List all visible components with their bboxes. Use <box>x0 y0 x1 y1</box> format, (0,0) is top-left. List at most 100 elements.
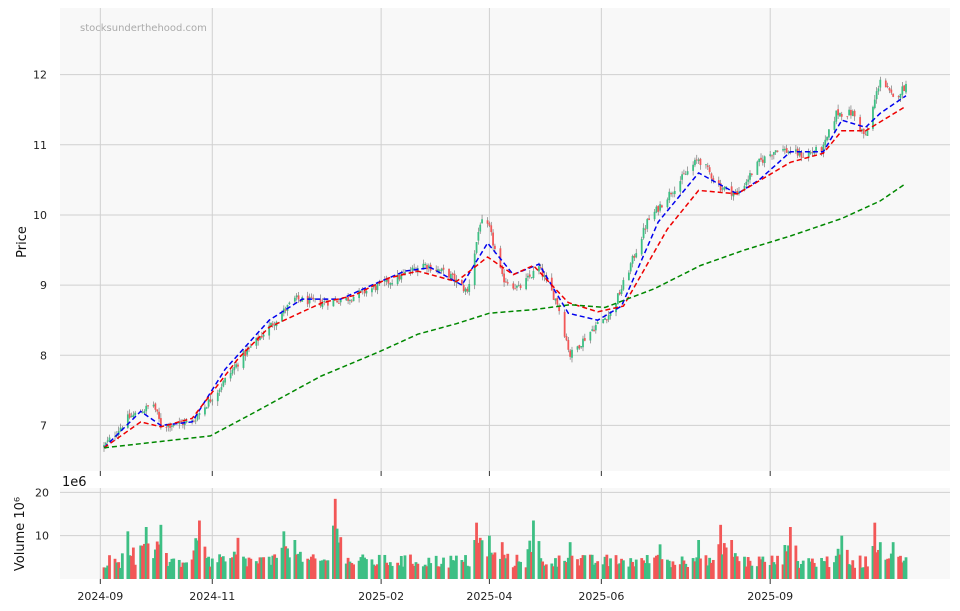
candle-body <box>783 148 786 151</box>
candle-body <box>642 227 645 239</box>
candle-body <box>126 414 129 428</box>
candle <box>475 241 478 255</box>
candle-body <box>398 274 401 280</box>
volume-bar <box>532 520 535 579</box>
candle-body <box>620 289 623 295</box>
candle-body <box>438 270 441 272</box>
volume-bar <box>737 561 741 579</box>
candle-body <box>837 109 839 116</box>
candle-body <box>222 381 225 387</box>
candle <box>616 292 619 305</box>
volume-bar <box>596 561 600 579</box>
candle <box>859 114 862 133</box>
candle-body <box>673 190 676 195</box>
candle-body <box>769 154 772 157</box>
candle-body <box>271 323 274 326</box>
x-tick-label: 2025-09 <box>747 590 793 603</box>
volume-bar <box>198 520 201 579</box>
candle-body <box>864 134 867 136</box>
candle-body <box>451 273 454 275</box>
candle-body <box>593 329 595 331</box>
volume-bar <box>763 561 767 579</box>
volume-bar <box>609 558 612 579</box>
candle-body <box>486 220 489 224</box>
candle-body <box>517 284 520 286</box>
candle-body <box>310 296 313 298</box>
candle-body <box>772 152 775 155</box>
volume-bar <box>300 561 304 579</box>
candle-body <box>749 173 751 180</box>
candle-body <box>631 256 634 264</box>
volume-bar <box>390 565 394 579</box>
candle-body <box>426 264 428 270</box>
candle-body <box>877 88 880 92</box>
candle-body <box>312 297 315 300</box>
volume-bar <box>442 557 445 579</box>
candle-body <box>596 322 599 324</box>
candle-body <box>216 392 219 402</box>
candle-body <box>747 179 750 182</box>
candle-body <box>466 288 469 292</box>
candle-body <box>488 223 491 226</box>
candle-body <box>527 275 529 278</box>
candle-body <box>171 425 173 427</box>
price-tick-label: 8 <box>40 349 47 362</box>
volume-bar <box>519 561 522 579</box>
candle-body <box>128 413 131 418</box>
price-panel-bg <box>60 8 950 471</box>
price-tick-label: 7 <box>40 419 47 432</box>
x-tick-label: 2024-09 <box>77 590 123 603</box>
candle-body <box>681 174 684 180</box>
candle-body <box>338 302 340 304</box>
candle-body <box>262 334 265 337</box>
volume-bar <box>429 563 433 579</box>
candle-body <box>156 409 159 412</box>
candle-body <box>668 191 671 201</box>
candle-body <box>655 206 658 213</box>
candle-body <box>326 301 329 306</box>
candle-body <box>594 325 597 331</box>
candle-body <box>295 295 298 298</box>
candle-body <box>839 112 841 117</box>
price-tick-label: 9 <box>40 279 47 292</box>
candle-body <box>640 238 643 255</box>
candle-body <box>879 79 882 88</box>
candle-body <box>708 167 711 173</box>
candle-body <box>866 130 869 136</box>
candle-body <box>158 411 160 419</box>
candle-body <box>552 290 555 300</box>
candle-body <box>635 253 638 258</box>
candle-body <box>204 407 206 415</box>
candle-body <box>589 331 592 341</box>
volume-bar <box>801 560 805 579</box>
candle-body <box>826 136 828 141</box>
candle-body <box>794 149 797 152</box>
candle-body <box>462 285 465 292</box>
volume-bar <box>776 555 779 579</box>
candle-body <box>633 255 636 258</box>
candle-body <box>616 293 619 305</box>
candle-body <box>736 190 739 193</box>
candle-body <box>211 400 214 402</box>
candle-body <box>646 219 649 229</box>
candle-body <box>297 295 300 300</box>
watermark: stocksunderthehood.com <box>80 23 207 34</box>
candle-body <box>800 152 803 158</box>
candle <box>640 236 643 256</box>
candle-body <box>207 399 210 407</box>
candle-body <box>424 263 427 266</box>
candle-body <box>684 173 687 175</box>
candle-body <box>506 282 509 284</box>
candle-body <box>567 339 570 350</box>
candle-body <box>449 273 452 279</box>
candle-body <box>185 420 188 423</box>
candle-body <box>323 301 326 302</box>
candle-body <box>218 389 221 392</box>
candle-body <box>771 155 773 157</box>
volume-bar <box>699 558 702 579</box>
volume-bar <box>454 555 458 579</box>
candle-body <box>661 205 663 208</box>
candle-body <box>760 157 762 160</box>
volume-bar <box>557 555 561 579</box>
candle-body <box>514 288 516 290</box>
